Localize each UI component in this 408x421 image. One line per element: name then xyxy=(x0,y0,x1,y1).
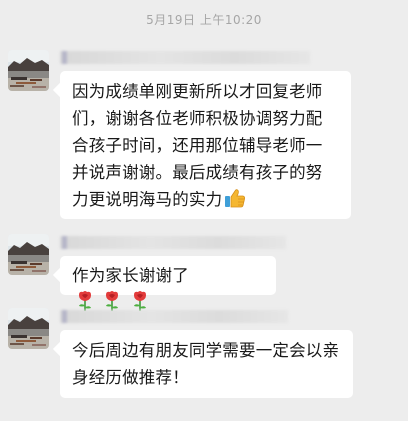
message-text: 因为成绩单刚更新所以才回复老师们，谢谢各位老师积极协调努力配合孩子时间，还用那位… xyxy=(72,82,323,209)
message-bubble[interactable]: 作为家长谢谢了 xyxy=(60,256,276,311)
message-bubble[interactable]: 今后周边有朋友同学需要一定会以亲身经历做推荐！ xyxy=(60,330,353,398)
avatar-image xyxy=(8,234,49,275)
avatar-image xyxy=(8,308,49,349)
sender-name-blurred xyxy=(60,236,286,249)
sender-name-blurred xyxy=(60,51,310,64)
avatar-image xyxy=(8,50,49,91)
message-text: 今后周边有朋友同学需要一定会以亲身经历做推荐！ xyxy=(72,341,340,387)
message-text: 作为家长谢谢了 xyxy=(72,266,189,285)
sender-name-blurred xyxy=(60,310,288,323)
timestamp: 5月19日 上午10:20 xyxy=(146,13,262,27)
rose-icon xyxy=(131,290,149,312)
message-bubble[interactable]: 因为成绩单刚更新所以才回复老师们，谢谢各位老师积极协调努力配合孩子时间，还用那位… xyxy=(60,71,351,219)
avatar[interactable] xyxy=(8,50,49,91)
thumbs-up-icon xyxy=(224,188,246,208)
rose-icon xyxy=(103,290,121,312)
avatar[interactable] xyxy=(8,308,49,349)
rose-icon xyxy=(76,290,94,312)
avatar[interactable] xyxy=(8,234,49,275)
